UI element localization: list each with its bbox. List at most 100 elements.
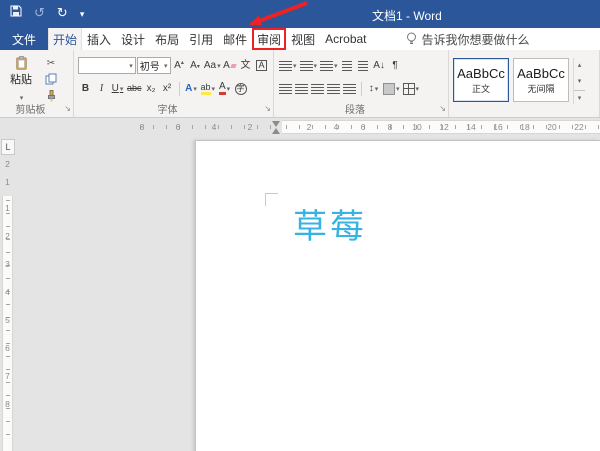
tab-mailings[interactable]: 邮件 <box>218 28 252 50</box>
vertical-ruler[interactable]: 2 1 1 2 3 4 5 6 7 8 <box>0 136 15 451</box>
enclose-character-button[interactable]: 字 <box>233 80 248 97</box>
style-card-normal[interactable]: AaBbCc 正文 <box>453 58 509 102</box>
borders-icon <box>403 83 415 95</box>
multilevel-list-button[interactable] <box>319 57 339 74</box>
show-marks-button[interactable]: ¶ <box>388 57 403 74</box>
style-name: 无间隔 <box>527 82 554 95</box>
undo-button[interactable] <box>34 6 45 19</box>
ruler-number: 1 <box>0 203 15 213</box>
eraser-icon <box>230 61 236 71</box>
paste-button[interactable]: 粘贴 <box>4 56 38 103</box>
first-line-indent-marker[interactable] <box>272 121 280 127</box>
highlight-button[interactable]: ab <box>200 80 217 97</box>
font-group: 初号 A A Aa A 文 A B I U abc x₂ x² A ab <box>74 50 274 117</box>
save-button[interactable] <box>10 5 22 19</box>
ruler-number: 8 <box>0 399 15 409</box>
margin-corner-mark <box>265 193 278 206</box>
styles-more-button[interactable] <box>574 90 585 104</box>
shading-button[interactable] <box>382 80 401 97</box>
distribute-button[interactable] <box>342 80 357 97</box>
align-left-button[interactable] <box>278 80 293 97</box>
clipboard-dialog-launcher[interactable] <box>64 98 71 116</box>
styles-scroll-down-button[interactable] <box>574 74 585 88</box>
sort-button[interactable]: A↓ <box>372 57 387 74</box>
ruler-number: 22 <box>574 122 583 132</box>
tab-selector[interactable]: L <box>1 139 15 155</box>
ruler-number: 16 <box>493 122 502 132</box>
font-name-combo[interactable] <box>78 57 136 74</box>
clipboard-group: 粘贴 <box>0 50 74 117</box>
decrease-indent-icon <box>342 61 352 71</box>
pilcrow-icon: ¶ <box>392 61 397 71</box>
tell-me-button[interactable]: 告诉我你想要做什么 <box>406 28 530 50</box>
align-right-button[interactable] <box>310 80 325 97</box>
subscript-button[interactable]: x₂ <box>144 80 159 97</box>
chevron-down-icon <box>128 60 133 71</box>
chevron-down-icon <box>313 61 318 71</box>
tab-view[interactable]: 视图 <box>286 28 320 50</box>
phonetic-guide-button[interactable]: 文 <box>238 57 253 74</box>
align-center-button[interactable] <box>294 80 309 97</box>
italic-button[interactable]: I <box>94 80 109 97</box>
bold-button[interactable]: B <box>78 80 93 97</box>
cut-button[interactable] <box>42 58 60 69</box>
paragraph-group-label: 段落 <box>274 101 436 116</box>
numbering-button[interactable] <box>299 57 319 74</box>
chevron-down-icon <box>163 60 168 71</box>
justify-button[interactable] <box>326 80 341 97</box>
hanging-indent-marker[interactable] <box>272 128 280 134</box>
bullets-button[interactable] <box>278 57 298 74</box>
underline-button[interactable]: U <box>110 80 125 97</box>
ribbon-tab-bar: 文件 开始 插入 设计 布局 引用 邮件 审阅 视图 Acrobat 告诉我你想… <box>0 28 600 50</box>
shrink-font-button[interactable]: A <box>188 57 203 74</box>
tab-design[interactable]: 设计 <box>116 28 150 50</box>
highlight-icon: ab <box>201 83 211 95</box>
numbered-list-icon <box>300 61 313 71</box>
style-card-no-spacing[interactable]: AaBbCc 无间隔 <box>513 58 569 102</box>
tab-acrobat[interactable]: Acrobat <box>320 28 371 50</box>
superscript-button[interactable]: x² <box>160 80 175 97</box>
change-case-button[interactable]: Aa <box>204 57 221 74</box>
undo-icon <box>34 5 45 20</box>
decrease-indent-button[interactable] <box>340 57 355 74</box>
font-dialog-launcher[interactable] <box>264 98 271 116</box>
text-effects-button[interactable]: A <box>184 80 199 97</box>
tell-me-label: 告诉我你想要做什么 <box>422 31 530 48</box>
chevron-down-icon <box>192 84 197 94</box>
bullet-list-icon <box>279 61 292 71</box>
ruler-number: 20 <box>547 122 556 132</box>
copy-button[interactable] <box>42 73 60 86</box>
font-group-label: 字体 <box>74 101 261 116</box>
grow-font-button[interactable]: A <box>172 57 187 74</box>
paragraph-row-2: ↕ <box>278 79 444 98</box>
tab-file[interactable]: 文件 <box>0 28 48 50</box>
increase-indent-icon <box>358 61 368 71</box>
font-size-combo[interactable]: 初号 <box>137 57 171 74</box>
redo-button[interactable] <box>57 6 68 19</box>
character-border-button[interactable]: A <box>254 57 269 74</box>
ruler-number: 10 <box>412 122 421 132</box>
ruler-number: 6 <box>0 343 15 353</box>
clipboard-group-label: 剪贴板 <box>0 101 61 116</box>
align-left-icon <box>279 84 292 94</box>
qat-customize-button[interactable] <box>80 6 85 19</box>
strikethrough-button[interactable]: abc <box>126 80 143 97</box>
ruler-number: 4 <box>334 122 339 132</box>
scissors-icon <box>47 58 55 69</box>
styles-scroll-up-button[interactable] <box>574 58 585 72</box>
font-color-button[interactable]: A <box>217 80 232 97</box>
tab-review[interactable]: 审阅 <box>252 28 286 50</box>
tab-layout[interactable]: 布局 <box>150 28 184 50</box>
borders-button[interactable] <box>402 80 421 97</box>
paragraph-dialog-launcher[interactable] <box>439 98 446 116</box>
justify-icon <box>327 84 340 94</box>
clear-formatting-button[interactable]: A <box>222 57 237 74</box>
phonetic-guide-icon: 文 <box>241 61 251 71</box>
page[interactable]: 草莓 <box>195 140 600 451</box>
horizontal-ruler[interactable]: 8 6 4 2 2 4 6 8 10 12 14 16 18 20 22 <box>0 118 600 136</box>
tab-insert[interactable]: 插入 <box>82 28 116 50</box>
tab-references[interactable]: 引用 <box>184 28 218 50</box>
line-spacing-button[interactable]: ↕ <box>366 80 381 97</box>
tab-home[interactable]: 开始 <box>48 28 82 50</box>
increase-indent-button[interactable] <box>356 57 371 74</box>
